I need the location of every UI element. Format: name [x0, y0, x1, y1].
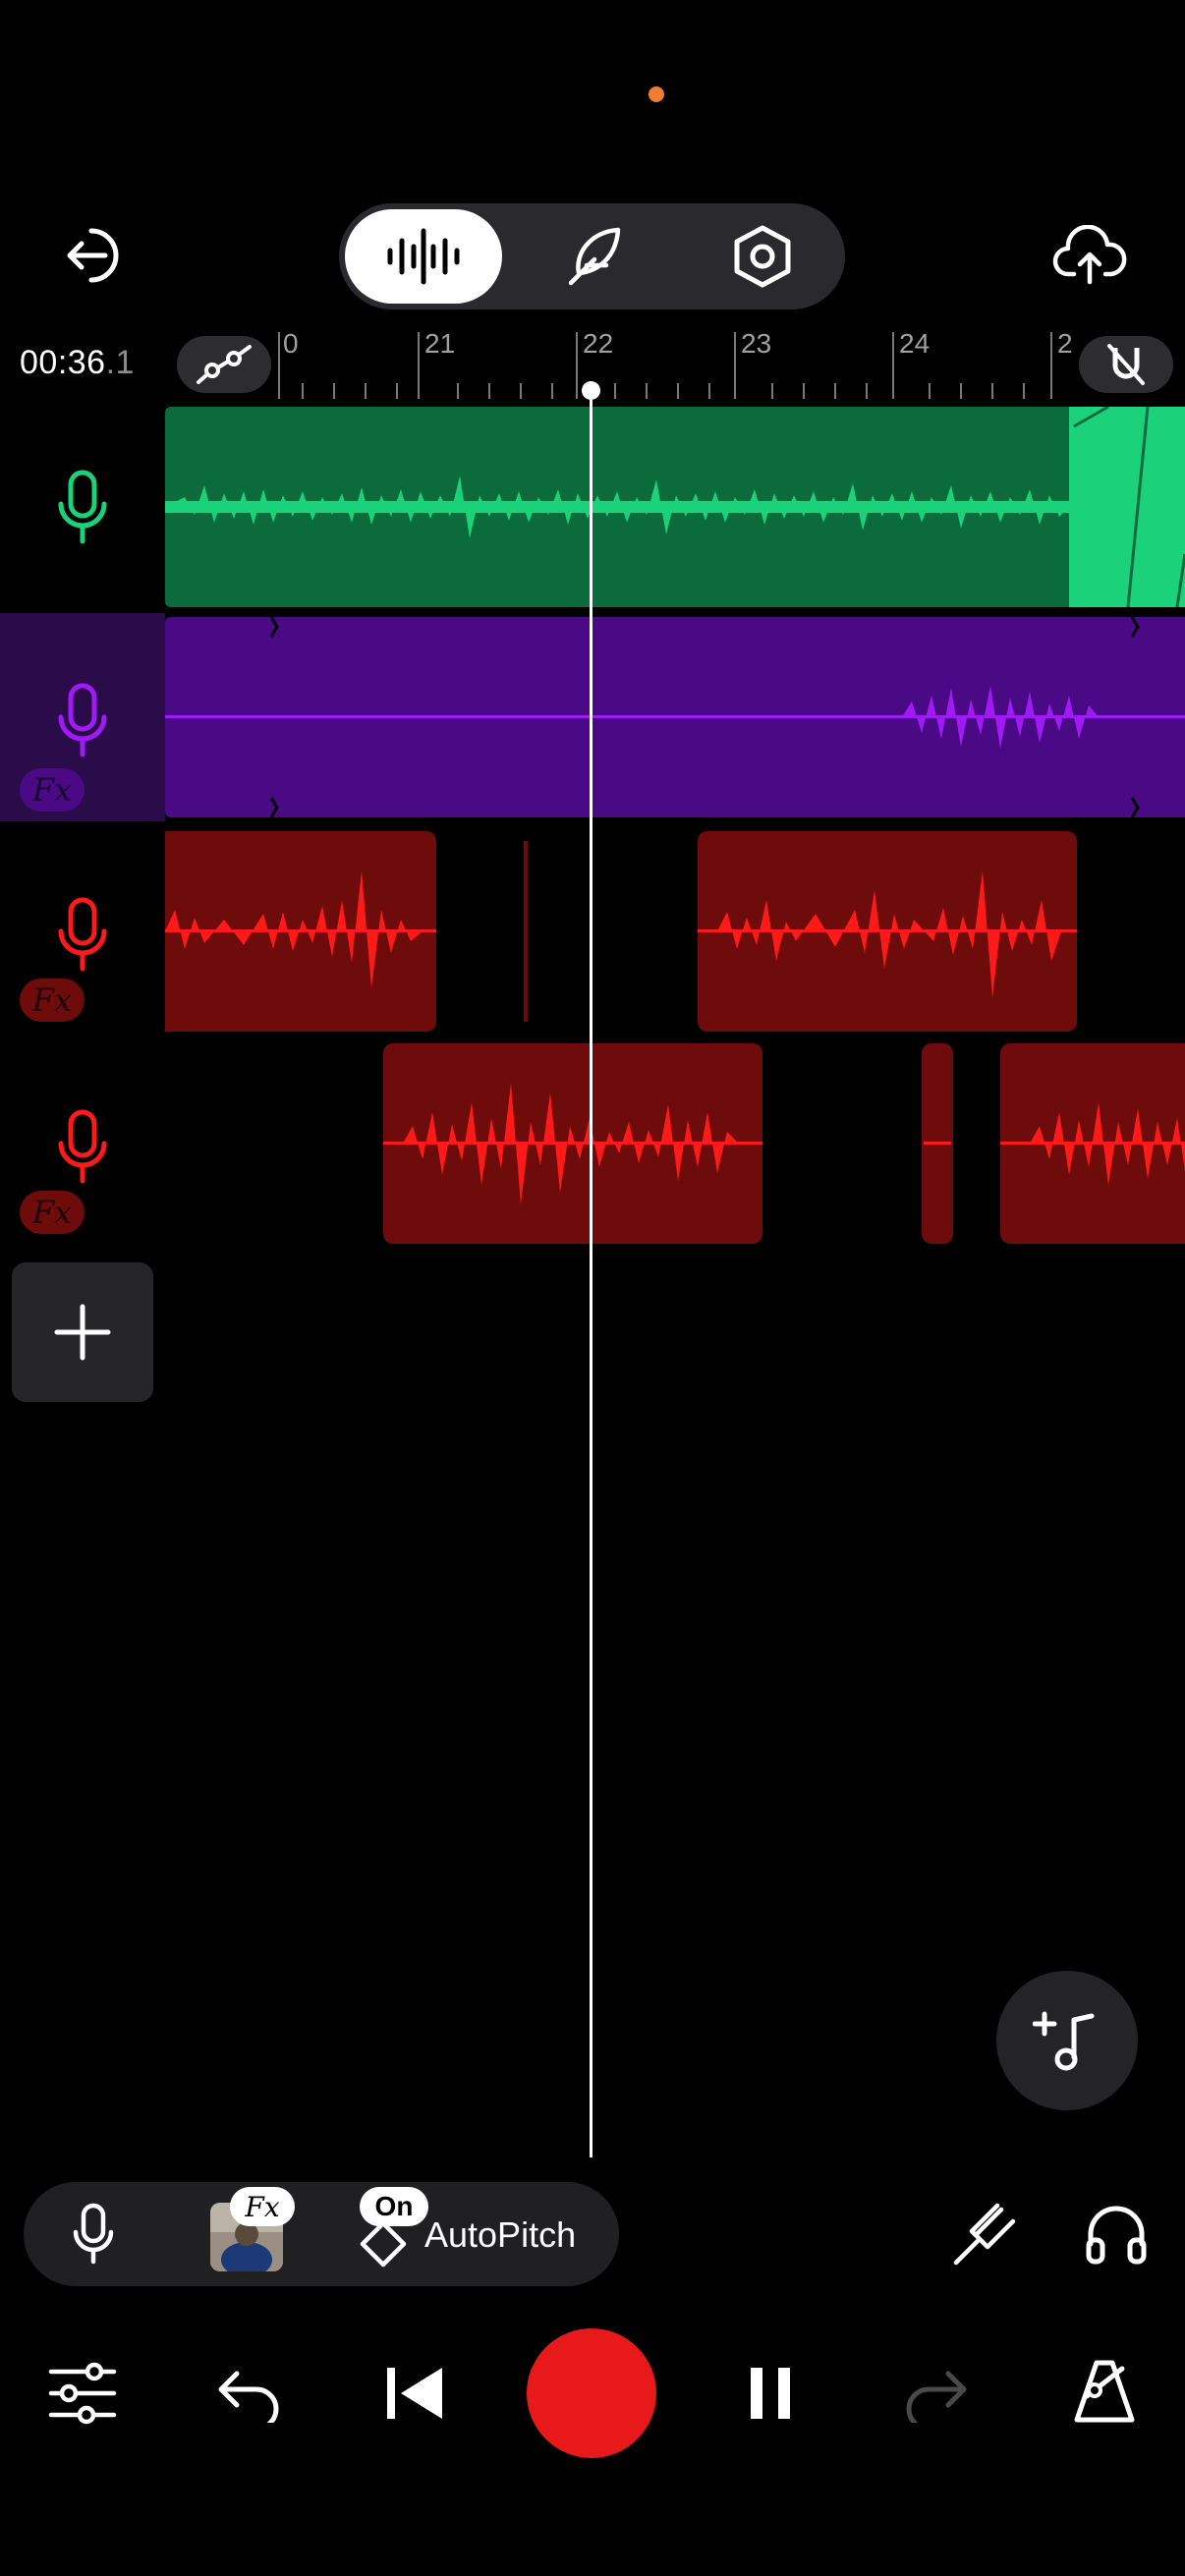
input-mic-button[interactable] — [59, 2197, 128, 2271]
metronome-button[interactable] — [1061, 2348, 1148, 2436]
settings-mode-button[interactable] — [715, 209, 810, 304]
fx-badge[interactable]: Fx — [20, 979, 85, 1022]
skip-back-icon — [387, 2368, 442, 2419]
undo-button[interactable] — [208, 2352, 291, 2435]
waveform — [1000, 1102, 1185, 1185]
mixer-button[interactable] — [41, 2350, 124, 2436]
fx-badge[interactable]: Fx — [20, 768, 85, 812]
waveform-icon — [387, 228, 460, 285]
audio-clip[interactable] — [165, 617, 1185, 817]
recording-indicator-dot — [649, 86, 664, 102]
autopitch-button[interactable]: AutoPitch — [424, 2214, 576, 2256]
add-track-button[interactable] — [12, 1262, 153, 1402]
cloud-upload-button[interactable] — [1047, 218, 1132, 293]
audio-clip[interactable] — [165, 407, 1185, 607]
microphone-icon — [58, 897, 107, 972]
plus-icon — [54, 1304, 111, 1361]
skip-to-start-button[interactable] — [373, 2352, 456, 2435]
waveform — [383, 1083, 762, 1204]
waveform — [165, 617, 1185, 817]
hex-nut-icon — [734, 225, 791, 288]
redo-icon — [906, 2371, 967, 2423]
audio-clip[interactable] — [698, 831, 1077, 1032]
add-music-button[interactable] — [996, 1971, 1138, 2110]
audio-clip[interactable] — [383, 1043, 762, 1244]
track-2-header[interactable]: Fx — [0, 613, 165, 821]
autopitch-on-badge: On — [360, 2187, 428, 2226]
pen-mode-button[interactable] — [546, 209, 641, 304]
current-time: 00:36.1 — [20, 344, 135, 381]
automation-button[interactable] — [177, 336, 271, 393]
pause-button[interactable] — [731, 2352, 810, 2435]
fx-label-badge: Fx — [230, 2187, 295, 2226]
track-3-header[interactable]: Fx — [0, 827, 165, 1030]
audio-clip[interactable] — [922, 1043, 953, 1244]
track-1-header[interactable] — [0, 407, 165, 609]
microphone-icon — [58, 683, 107, 757]
fx-badge[interactable]: Fx — [20, 1191, 85, 1234]
metronome-icon — [1074, 2360, 1135, 2423]
audio-clip[interactable] — [165, 831, 436, 1032]
playhead[interactable] — [590, 389, 592, 2157]
undo-icon — [218, 2371, 279, 2423]
pause-icon — [751, 2368, 790, 2419]
add-music-note-icon — [1033, 2011, 1095, 2071]
microphone-icon — [58, 470, 107, 544]
timeline-ruler[interactable] — [275, 324, 1081, 403]
waveform — [165, 407, 1185, 607]
waveform — [924, 1142, 951, 1145]
automation-curve-icon — [197, 345, 252, 384]
cloud-upload-icon — [1052, 225, 1127, 285]
feather-icon — [568, 227, 621, 286]
audio-clip-fragment[interactable] — [524, 841, 528, 1022]
tuning-fork-button[interactable] — [945, 2197, 1024, 2271]
audio-clip[interactable] — [1000, 1043, 1185, 1244]
exit-icon — [67, 228, 119, 283]
sliders-icon — [48, 2362, 117, 2425]
snap-toggle-button[interactable] — [1079, 336, 1173, 393]
headphones-button[interactable] — [1077, 2195, 1156, 2273]
waveform — [698, 870, 1077, 998]
redo-button[interactable] — [894, 2352, 977, 2435]
playhead-knob[interactable] — [582, 381, 600, 400]
record-button[interactable] — [527, 2328, 656, 2458]
waveform-mode-button[interactable] — [345, 209, 502, 304]
exit-button[interactable] — [55, 216, 134, 295]
microphone-icon — [58, 1109, 107, 1184]
headphones-icon — [1086, 2206, 1147, 2265]
microphone-icon — [73, 2203, 114, 2265]
track-4-header[interactable]: Fx — [0, 1039, 165, 1242]
tuning-fork-icon — [953, 2203, 1016, 2266]
magnet-off-icon — [1107, 344, 1145, 385]
waveform — [165, 870, 436, 988]
